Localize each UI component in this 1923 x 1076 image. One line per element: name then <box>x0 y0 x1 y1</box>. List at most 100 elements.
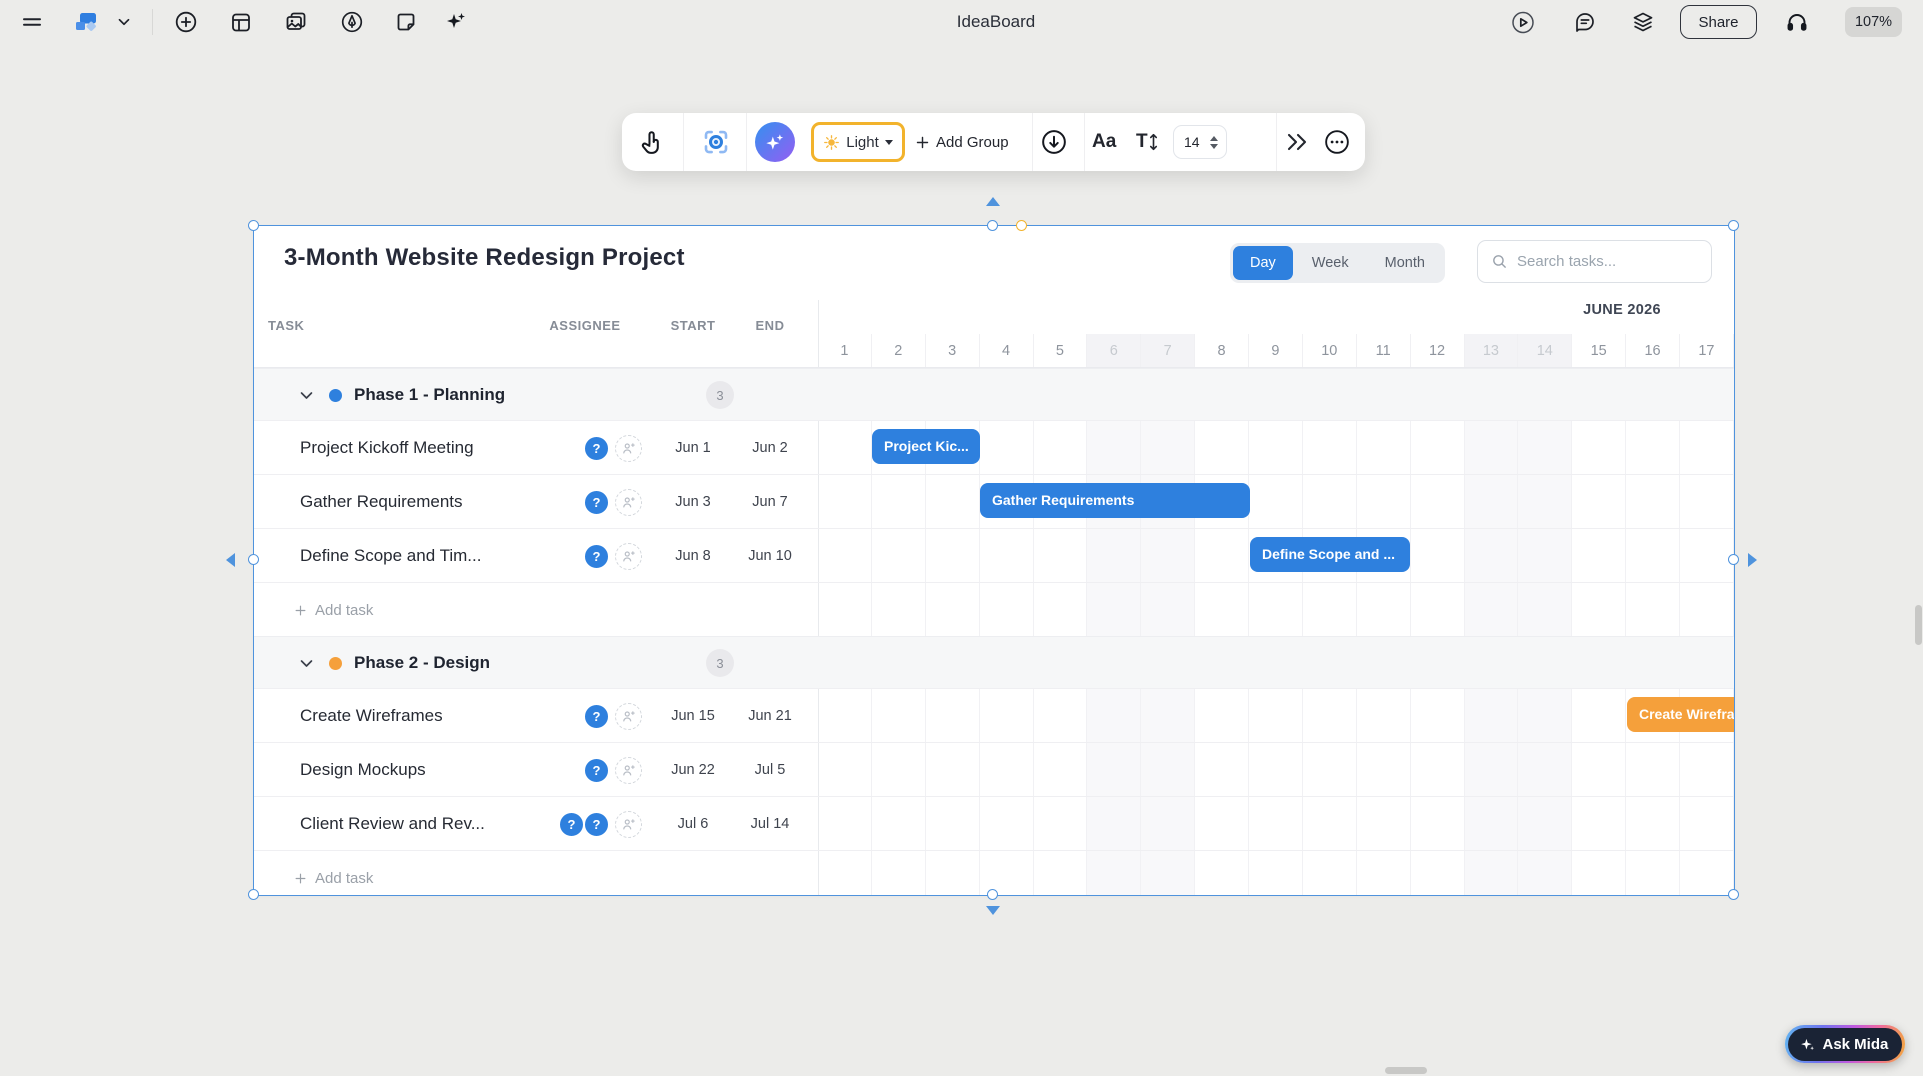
view-switcher: Day Week Month <box>1230 243 1445 283</box>
assignee-avatar[interactable]: ? <box>583 703 610 730</box>
group-name: Phase 1 - Planning <box>354 369 505 421</box>
resize-handle-bottom-right[interactable] <box>1728 889 1739 900</box>
person-plus-icon <box>621 709 636 724</box>
add-task-label: Add task <box>315 870 373 887</box>
collapse-chevron-icon[interactable] <box>298 387 315 409</box>
ai-assistant-button[interactable] <box>755 122 795 162</box>
task-row[interactable]: Client Review and Rev... ? ? Jul 6 Jul 1… <box>254 796 1734 850</box>
layout-icon[interactable] <box>229 10 253 34</box>
hand-tool-button[interactable] <box>635 126 667 158</box>
image-icon[interactable] <box>284 10 308 34</box>
ask-mida-button[interactable]: Ask Mida <box>1785 1025 1905 1063</box>
headphones-icon[interactable] <box>1785 10 1809 34</box>
task-row[interactable]: Design Mockups ? Jun 22 Jul 5 <box>254 742 1734 796</box>
focus-tool-button[interactable] <box>701 127 731 157</box>
resize-handle-bottom-center[interactable] <box>987 889 998 900</box>
pen-icon[interactable] <box>340 10 364 34</box>
day-label: 15 <box>1572 334 1626 368</box>
assignee-avatar[interactable]: ? <box>583 489 610 516</box>
font-size-stepper[interactable]: 14 <box>1173 125 1227 159</box>
task-search[interactable] <box>1477 240 1712 283</box>
chevron-down-icon[interactable] <box>112 10 136 34</box>
assignee-avatar[interactable]: ? <box>558 811 585 838</box>
stepper-up-icon[interactable] <box>1210 136 1218 141</box>
task-end[interactable]: Jun 10 <box>725 529 815 583</box>
note-icon[interactable] <box>394 10 418 34</box>
gantt-bar-gather-requirements[interactable]: Gather Requirements <box>980 483 1250 518</box>
task-end[interactable]: Jul 5 <box>725 743 815 797</box>
group-header-phase1[interactable]: Phase 1 - Planning 3 <box>254 368 1734 420</box>
task-end[interactable]: Jun 2 <box>725 421 815 475</box>
app-logo[interactable] <box>71 10 101 34</box>
add-circle-icon[interactable] <box>174 10 198 34</box>
expand-arrow-left[interactable] <box>226 553 235 567</box>
updown-arrow-icon <box>1148 132 1159 152</box>
horizontal-scrollbar[interactable] <box>1385 1067 1427 1074</box>
task-name: Define Scope and Tim... <box>300 529 481 583</box>
top-bar: IdeaBoard Share 107% <box>0 0 1923 44</box>
task-row[interactable]: Create Wireframes ? Jun 15 Jun 21 <box>254 688 1734 742</box>
add-task-row[interactable]: Add task <box>254 582 1734 636</box>
download-button[interactable] <box>1039 127 1069 157</box>
group-header-phase2[interactable]: Phase 2 - Design 3 <box>254 636 1734 688</box>
task-count-badge: 3 <box>706 381 734 409</box>
gantt-bar-create-wireframes[interactable]: Create Wireframes <box>1627 697 1734 732</box>
add-assignee-button[interactable] <box>615 811 642 838</box>
menu-icon[interactable] <box>20 10 44 34</box>
assignee-avatar[interactable]: ? <box>583 811 610 838</box>
resize-handle-top-right[interactable] <box>1728 220 1739 231</box>
add-assignee-button[interactable] <box>615 489 642 516</box>
sparkle-icon[interactable] <box>444 10 468 34</box>
add-task-button[interactable]: Add task <box>294 583 373 637</box>
add-assignee-button[interactable] <box>615 543 642 570</box>
task-name: Design Mockups <box>300 743 426 797</box>
tab-day[interactable]: Day <box>1233 246 1293 280</box>
expand-arrow-right[interactable] <box>1748 553 1757 567</box>
stepper-arrows[interactable] <box>1210 136 1218 149</box>
task-end[interactable]: Jul 14 <box>725 797 815 851</box>
sparkle-icon <box>1799 1036 1816 1053</box>
tab-month[interactable]: Month <box>1368 246 1442 280</box>
gantt-bar-define-scope[interactable]: Define Scope and ... <box>1250 537 1410 572</box>
font-size-button[interactable]: T <box>1136 127 1159 157</box>
text-style-button[interactable]: Aa <box>1092 127 1116 157</box>
gantt-bar-project-kickoff[interactable]: Project Kic... <box>872 429 980 464</box>
layers-icon[interactable] <box>1631 10 1655 34</box>
task-row[interactable]: Define Scope and Tim... ? Jun 8 Jun 10 <box>254 528 1734 582</box>
play-icon[interactable] <box>1511 10 1535 34</box>
expand-arrow-down[interactable] <box>986 906 1000 915</box>
comment-icon[interactable] <box>1573 10 1597 34</box>
expand-arrow-up[interactable] <box>986 197 1000 206</box>
gantt-widget[interactable]: 3-Month Website Redesign Project Day Wee… <box>254 226 1734 895</box>
collapse-chevron-icon[interactable] <box>298 655 315 677</box>
add-task-button[interactable]: Add task <box>294 851 373 895</box>
theme-dropdown[interactable]: Light <box>811 122 905 162</box>
resize-handle-bottom-left[interactable] <box>248 889 259 900</box>
day-label-weekend: 7 <box>1141 334 1195 368</box>
font-size-value: 14 <box>1184 134 1210 150</box>
day-label: 4 <box>980 334 1034 368</box>
task-row[interactable]: Project Kickoff Meeting ? Jun 1 Jun 2 <box>254 420 1734 474</box>
connector-handle[interactable] <box>1016 220 1027 231</box>
resize-handle-left[interactable] <box>248 554 259 565</box>
share-button[interactable]: Share <box>1680 5 1757 39</box>
stepper-down-icon[interactable] <box>1210 144 1218 149</box>
zoom-level-badge[interactable]: 107% <box>1845 7 1902 37</box>
add-group-button[interactable]: Add Group <box>915 113 1009 171</box>
resize-handle-top-center[interactable] <box>987 220 998 231</box>
add-assignee-button[interactable] <box>615 435 642 462</box>
vertical-scrollbar[interactable] <box>1915 605 1922 645</box>
more-options-button[interactable] <box>1323 128 1351 156</box>
expand-toolbar-button[interactable] <box>1284 130 1310 154</box>
search-input[interactable] <box>1517 253 1687 270</box>
task-end[interactable]: Jun 21 <box>725 689 815 743</box>
add-assignee-button[interactable] <box>615 703 642 730</box>
tab-week[interactable]: Week <box>1295 246 1366 280</box>
assignee-avatar[interactable]: ? <box>583 435 610 462</box>
resize-handle-right[interactable] <box>1728 554 1739 565</box>
assignee-avatar[interactable]: ? <box>583 543 610 570</box>
resize-handle-top-left[interactable] <box>248 220 259 231</box>
task-end[interactable]: Jun 7 <box>725 475 815 529</box>
add-assignee-button[interactable] <box>615 757 642 784</box>
assignee-avatar[interactable]: ? <box>583 757 610 784</box>
